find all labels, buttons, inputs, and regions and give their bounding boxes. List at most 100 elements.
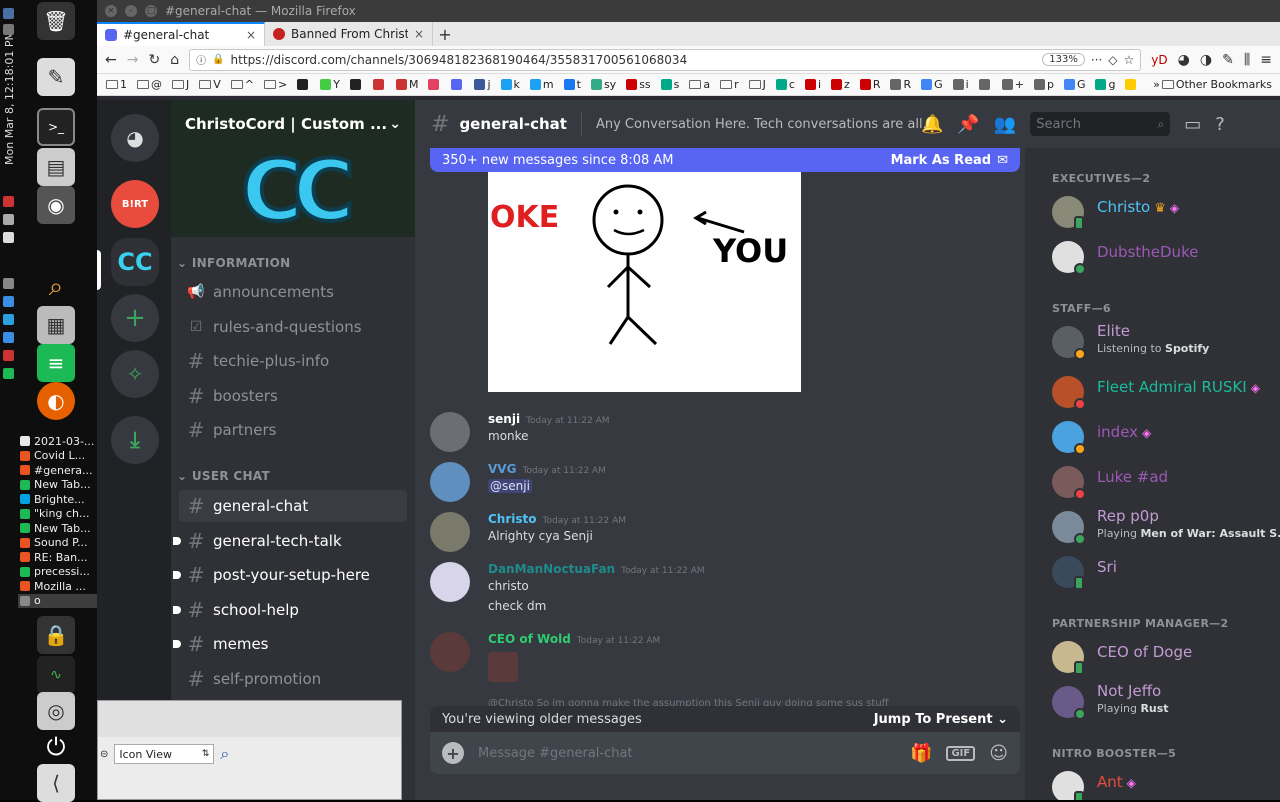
inbox-icon[interactable]: ▭ [1184,114,1201,135]
bookmark-item[interactable]: V [196,78,224,91]
taskbar-window-item[interactable]: #genera... [18,463,97,478]
taskbar-window-item[interactable]: RE: Ban... [18,550,97,565]
zoom-level[interactable]: 133% [1042,53,1085,66]
url-bar[interactable]: ⓘ 🔒 https://discord.com/channels/3069481… [189,48,1142,71]
avatar[interactable] [430,412,470,452]
app-icon[interactable]: ⟨ [37,764,75,802]
bookmark-item[interactable] [448,79,467,90]
bookmark-item[interactable] [1122,79,1141,90]
bookmark-item[interactable]: G [1061,78,1089,91]
tray-bluetooth-icon[interactable] [3,278,14,289]
tray-network-icon[interactable] [3,8,14,19]
channel-techie-plus-info[interactable]: # techie-plus-info [179,345,407,377]
member-item[interactable]: Rep p0p Playing Men of War: Assault S... [1052,505,1280,549]
chevron-down-icon[interactable]: ⌄ [389,116,401,132]
bookmark-item[interactable]: @ [134,78,165,91]
pocket-icon[interactable]: ◇ [1108,53,1117,67]
explore-servers-icon[interactable]: ✧ [111,350,159,398]
bookmark-item[interactable]: s [658,78,683,91]
channel-post-your-setup-here[interactable]: # post-your-setup-here [173,559,407,591]
bookmark-item[interactable] [370,79,389,90]
bookmark-item[interactable]: i [950,78,972,91]
home-icon[interactable]: ⌂ [170,52,179,68]
bookmark-item[interactable]: a [686,78,713,91]
bookmark-item[interactable] [347,79,366,90]
search-icon[interactable]: ⌕ [37,268,75,306]
channel-topic[interactable]: Any Conversation Here. Tech conversation… [596,117,935,132]
bookmark-item[interactable]: ^ [228,78,257,91]
bookmark-item[interactable]: J [746,78,769,91]
meme-image[interactable]: OKE YOU [488,172,801,392]
avatar[interactable] [430,632,470,672]
file-manager-window[interactable]: ⊝ Icon View ⇅ ⌕ [97,700,402,800]
channel-rules-and-questions[interactable]: ☑ rules-and-questions [179,311,407,343]
message-author[interactable]: Christo Today at 11:22 AM [488,512,626,526]
discord-home-icon[interactable]: ◕ [111,114,159,162]
member-item[interactable]: Ant ◈ [1052,765,1277,800]
member-item[interactable]: Sri [1052,550,1277,594]
library-icon[interactable]: ⫼ [1244,52,1250,68]
taskbar-window-item[interactable]: New Tab... [18,521,97,536]
other-bookmarks[interactable]: » Other Bookmarks [1150,78,1280,91]
extension-icon[interactable]: ✎ [1222,52,1234,68]
back-icon[interactable]: ← [105,52,117,68]
extension-icon[interactable]: ◕ [1178,52,1190,68]
member-item[interactable]: index ◈ [1052,415,1277,459]
mark-as-read-button[interactable]: Mark As Read ✉ [891,153,1008,168]
page-actions-icon[interactable]: ··· [1091,53,1102,67]
trash-icon[interactable]: 🗑 [37,2,75,40]
terminal-icon[interactable]: >_ [37,108,75,146]
firefox-icon[interactable]: ◐ [37,382,75,420]
bookmark-item[interactable]: + [999,78,1027,91]
member-item[interactable]: Fleet Admiral RUSKI ◈ [1052,370,1277,414]
tray-app-icon[interactable] [3,232,14,243]
tray-app-icon[interactable] [3,314,14,325]
bookmark-item[interactable]: ss [623,78,653,91]
member-item[interactable]: Luke #ad [1052,460,1277,504]
member-item[interactable]: Elite Listening to Spotify [1052,320,1277,364]
bookmark-item[interactable]: c [773,78,798,91]
notifications-bell-icon[interactable]: 🔔 [921,114,943,135]
bookmark-item[interactable]: m [527,78,557,91]
category-information[interactable]: ⌄ INFORMATION [177,256,290,270]
tab-general-chat[interactable]: #general-chat × [97,22,265,46]
channel-partners[interactable]: # partners [179,414,407,446]
bookmark-item[interactable]: p [1031,78,1057,91]
member-item[interactable]: DubstheDuke [1052,235,1277,279]
gif-icon[interactable]: GIF [946,745,976,761]
tray-app-icon[interactable] [3,332,14,343]
bookmark-item[interactable]: g [1092,78,1118,91]
pinned-messages-icon[interactable]: 📌 [957,114,979,135]
download-apps-icon[interactable]: ⤓ [111,416,159,464]
extension-yd-icon[interactable]: yD [1151,53,1167,67]
upload-plus-icon[interactable]: + [442,742,464,764]
member-item[interactable]: Not Jeffo Playing Rust [1052,680,1277,724]
bookmark-item[interactable]: > [261,78,290,91]
taskbar-window-item[interactable]: Covid L... [18,449,97,464]
category-user-chat[interactable]: ⌄ USER CHAT [177,469,270,483]
ubuntu-software-icon[interactable]: ◉ [37,186,75,224]
taskbar-window-item[interactable]: 2021-03-... [18,434,97,449]
gift-icon[interactable]: 🎁 [910,743,932,764]
forward-icon[interactable]: → [127,52,139,68]
text-editor-icon[interactable]: ✎ [37,58,75,96]
taskbar-window-item[interactable]: Mozilla ... [18,579,97,594]
extension-icon[interactable]: ◑ [1200,52,1212,68]
bookmark-item[interactable]: t [561,78,584,91]
bookmark-item[interactable] [425,79,444,90]
tab-banned[interactable]: Banned From ChristoCo × [265,22,433,46]
bookmark-item[interactable]: G [918,78,946,91]
taskbar-window-item[interactable]: Sound P... [18,536,97,551]
zoom-control[interactable]: ⊝ [100,749,108,760]
bookmark-item[interactable] [294,79,313,90]
bookmark-item[interactable]: i [802,78,824,91]
power-icon[interactable]: ⏻ [37,728,75,766]
tray-app-icon[interactable] [3,350,14,361]
message-author[interactable]: senji Today at 11:22 AM [488,412,610,426]
bookmark-item[interactable]: sy [588,78,619,91]
close-window-button[interactable]: × [105,5,117,17]
bookmark-item[interactable]: k [498,78,523,91]
tray-app-icon[interactable] [3,368,14,379]
bookmark-star-icon[interactable]: ☆ [1124,53,1135,67]
emoji-icon[interactable]: ☺ [989,743,1008,764]
